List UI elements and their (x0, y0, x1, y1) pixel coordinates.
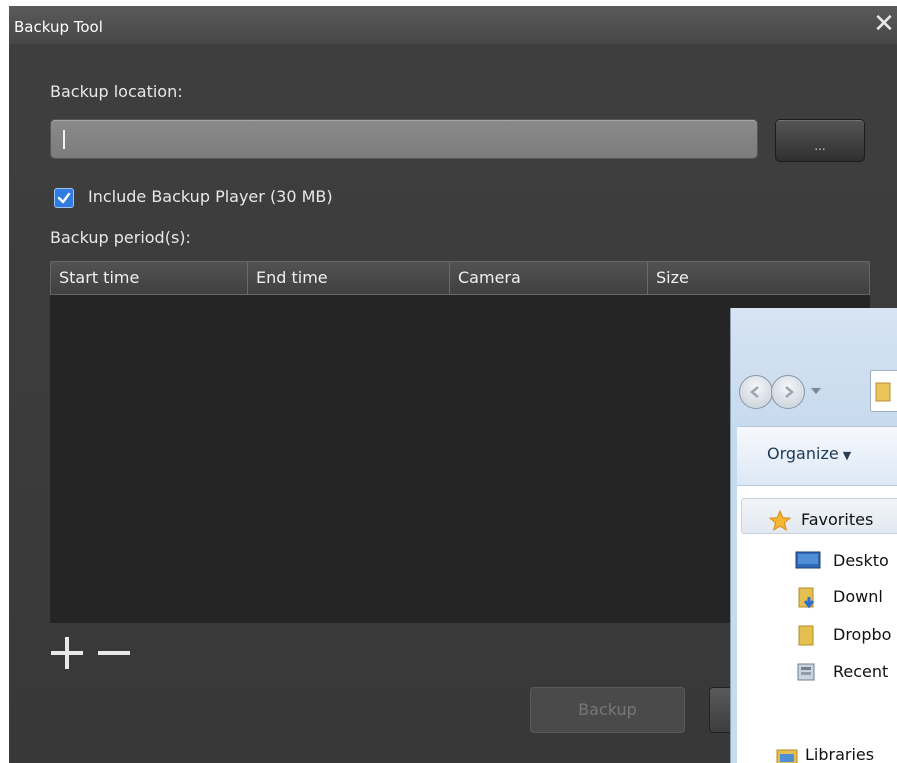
nav-item-label: Deskto (833, 551, 889, 570)
star-icon (769, 510, 791, 532)
nav-item-label: Downl (833, 587, 883, 606)
backup-button[interactable]: Backup (530, 687, 685, 733)
arrow-right-icon (785, 386, 794, 398)
arrow-left-icon (750, 386, 759, 398)
browse-button[interactable]: ... (775, 119, 865, 162)
dialog-title: Backup Tool (14, 18, 103, 36)
file-explorer-window: Organize▼ Favorites Deskto Downl Dropbo (730, 308, 897, 763)
backup-location-label: Backup location: (50, 82, 183, 101)
checkmark-icon (57, 192, 71, 204)
backup-location-input[interactable] (50, 119, 758, 159)
caret-down-icon: ▼ (842, 449, 852, 462)
backup-periods-label: Backup period(s): (50, 228, 191, 247)
text-caret (63, 130, 65, 149)
address-bar[interactable] (870, 370, 897, 412)
nav-item-label: Recent (833, 662, 889, 681)
remove-period-button[interactable] (96, 636, 132, 670)
downloads-folder-icon (798, 587, 815, 609)
column-header-size[interactable]: Size (648, 262, 869, 294)
back-button[interactable] (739, 375, 773, 409)
title-bar[interactable]: Backup Tool ✕ (9, 6, 897, 44)
folder-icon (875, 382, 891, 402)
column-header-start-time[interactable]: Start time (51, 262, 248, 294)
nav-favorites-label: Favorites (801, 510, 874, 529)
table-header: Start time End time Camera Size (50, 261, 870, 295)
minus-icon (98, 651, 130, 655)
nav-item-label: Dropbo (833, 625, 892, 644)
nav-libraries-label: Libraries (805, 745, 875, 763)
libraries-icon (776, 749, 798, 763)
forward-button[interactable] (771, 375, 805, 409)
recent-places-icon (797, 663, 815, 681)
folder-icon (798, 625, 814, 646)
include-backup-player-label[interactable]: Include Backup Player (30 MB) (88, 187, 333, 206)
desktop-icon (795, 551, 821, 569)
column-header-camera[interactable]: Camera (450, 262, 648, 294)
add-period-button[interactable] (49, 636, 85, 670)
organize-menu[interactable]: Organize ▼ (767, 444, 851, 463)
column-header-end-time[interactable]: End time (248, 262, 450, 294)
close-icon[interactable]: ✕ (871, 11, 897, 38)
recent-locations-dropdown[interactable] (811, 388, 821, 394)
organize-label: Organize (767, 444, 839, 463)
include-backup-player-checkbox[interactable] (54, 188, 74, 208)
plus-icon (51, 637, 83, 669)
